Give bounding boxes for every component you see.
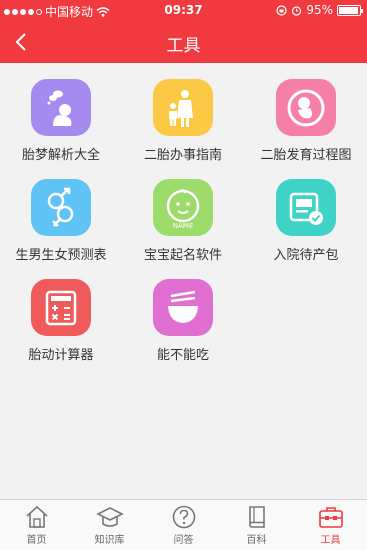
checklist-bag-icon (276, 179, 336, 236)
graduation-cap-icon (95, 507, 124, 527)
tool-label: 宝宝起名软件 (143, 248, 222, 263)
mother-child-icon (153, 79, 213, 136)
tool-second-child-guide[interactable]: 二胎办事指南 (122, 63, 244, 163)
tab-tools[interactable]: 工具 (294, 500, 367, 550)
tool-label: 生男生女预测表 (15, 248, 107, 263)
tab-label: 百科 (246, 535, 267, 546)
tool-label: 胎梦解析大全 (21, 148, 100, 163)
tab-bar: 首页 知识库 问答 百科 工具 (0, 499, 367, 550)
alarm-icon (292, 5, 302, 16)
status-right: 95% (276, 3, 363, 17)
page-title: 工具 (166, 36, 201, 56)
fetus-womb-icon (276, 79, 336, 136)
tool-fetal-movement-counter[interactable]: 胎动计算器 (0, 263, 122, 363)
tab-label: 首页 (26, 535, 47, 546)
tool-label: 能不能吃 (156, 348, 209, 363)
dreaming-baby-icon (31, 79, 91, 136)
status-bar: 中国移动 09:37 95% (0, 0, 367, 20)
tool-dream-interpretation[interactable]: 胎梦解析大全 (0, 63, 122, 163)
tool-gender-prediction[interactable]: 生男生女预测表 (0, 163, 122, 263)
battery-percent: 95% (306, 3, 333, 17)
bowl-chopsticks-icon (153, 279, 213, 336)
tab-encyclopedia[interactable]: 百科 (220, 500, 293, 550)
battery-icon (337, 4, 363, 16)
tool-label: 胎动计算器 (28, 348, 94, 363)
baby-face-name-icon: NAME (153, 179, 213, 236)
calculator-icon (31, 279, 91, 336)
toolbox-icon (318, 507, 343, 528)
tab-home[interactable]: 首页 (0, 500, 73, 550)
tab-label: 问答 (173, 535, 194, 546)
svg-text:NAME: NAME (173, 222, 194, 230)
tool-fetal-development[interactable]: 二胎发育过程图 (245, 63, 367, 163)
tool-baby-naming[interactable]: NAME 宝宝起名软件 (122, 163, 244, 263)
gender-symbols-icon (31, 179, 91, 236)
tool-label: 二胎办事指南 (143, 148, 222, 163)
home-icon (25, 505, 48, 528)
rotation-lock-icon (276, 4, 287, 16)
tool-can-i-eat[interactable]: 能不能吃 (122, 263, 244, 363)
tab-knowledge[interactable]: 知识库 (73, 500, 146, 550)
nav-bar: 工具 (0, 20, 367, 63)
tab-label: 工具 (320, 535, 341, 546)
tab-qa[interactable]: 问答 (147, 500, 220, 550)
tab-label: 知识库 (94, 535, 125, 546)
app-header: 中国移动 09:37 95% 工具 (0, 0, 367, 63)
tool-hospital-bag[interactable]: 入院待产包 (245, 163, 367, 263)
book-icon (248, 506, 265, 528)
tool-label: 二胎发育过程图 (260, 148, 352, 163)
question-icon (172, 505, 195, 529)
tool-label: 入院待产包 (273, 248, 339, 263)
